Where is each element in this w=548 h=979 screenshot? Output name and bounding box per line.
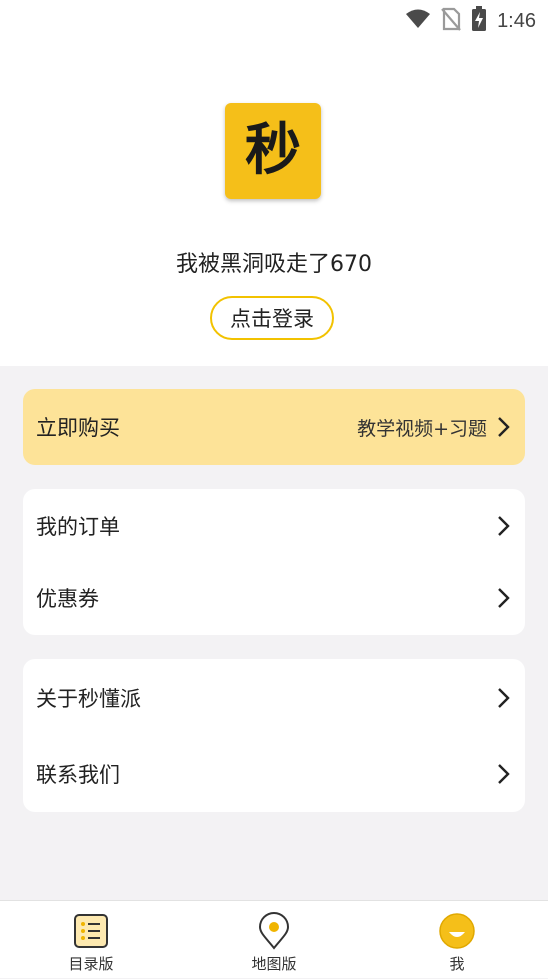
about-card: 关于秒懂派 联系我们 [23, 659, 525, 812]
app-logo: 秒 [225, 103, 321, 199]
tab-label: 我 [449, 955, 465, 973]
menu-item-label: 优惠券 [36, 587, 99, 611]
menu-item-label: 我的订单 [36, 515, 120, 539]
chevron-right-icon [495, 415, 513, 439]
menu-item-label: 联系我们 [36, 763, 120, 787]
chevron-right-icon [495, 762, 513, 786]
tab-me[interactable]: 我 [397, 901, 517, 979]
tab-label: 地图版 [251, 955, 297, 973]
buy-now-card[interactable]: 立即购买 教学视频+习题 [23, 389, 525, 465]
profile-header: 1:46 秒 我被黑洞吸走了670 点击登录 [0, 0, 548, 366]
tab-catalog[interactable]: 目录版 [31, 901, 151, 979]
bottom-tab-bar: 目录版 地图版 我 [0, 900, 548, 978]
menu-item-coupons[interactable]: 优惠券 [23, 561, 525, 635]
buy-now-row[interactable]: 立即购买 教学视频+习题 [23, 390, 525, 464]
chevron-right-icon [495, 586, 513, 610]
menu-item-about[interactable]: 关于秒懂派 [23, 661, 525, 735]
orders-card: 我的订单 优惠券 [23, 489, 525, 635]
chevron-right-icon [495, 686, 513, 710]
menu-item-my-orders[interactable]: 我的订单 [23, 489, 525, 563]
username: 我被黑洞吸走了670 [176, 252, 372, 277]
menu-item-contact[interactable]: 联系我们 [23, 737, 525, 811]
tab-label: 目录版 [68, 955, 114, 973]
catalog-icon [72, 912, 110, 950]
buy-now-label: 立即购买 [36, 416, 120, 440]
logo-char: 秒 [245, 118, 301, 183]
profile-face-icon [438, 912, 476, 950]
login-button[interactable]: 点击登录 [210, 296, 334, 340]
chevron-right-icon [495, 514, 513, 538]
tab-map[interactable]: 地图版 [214, 901, 334, 979]
wifi-icon [405, 8, 431, 34]
map-pin-icon [255, 912, 293, 950]
buy-now-extra: 教学视频+习题 [357, 417, 487, 440]
battery-charging-icon [471, 6, 487, 36]
status-bar: 1:46 [0, 0, 548, 38]
status-time: 1:46 [497, 9, 536, 32]
no-sim-icon [441, 7, 461, 35]
menu-item-label: 关于秒懂派 [36, 687, 141, 711]
